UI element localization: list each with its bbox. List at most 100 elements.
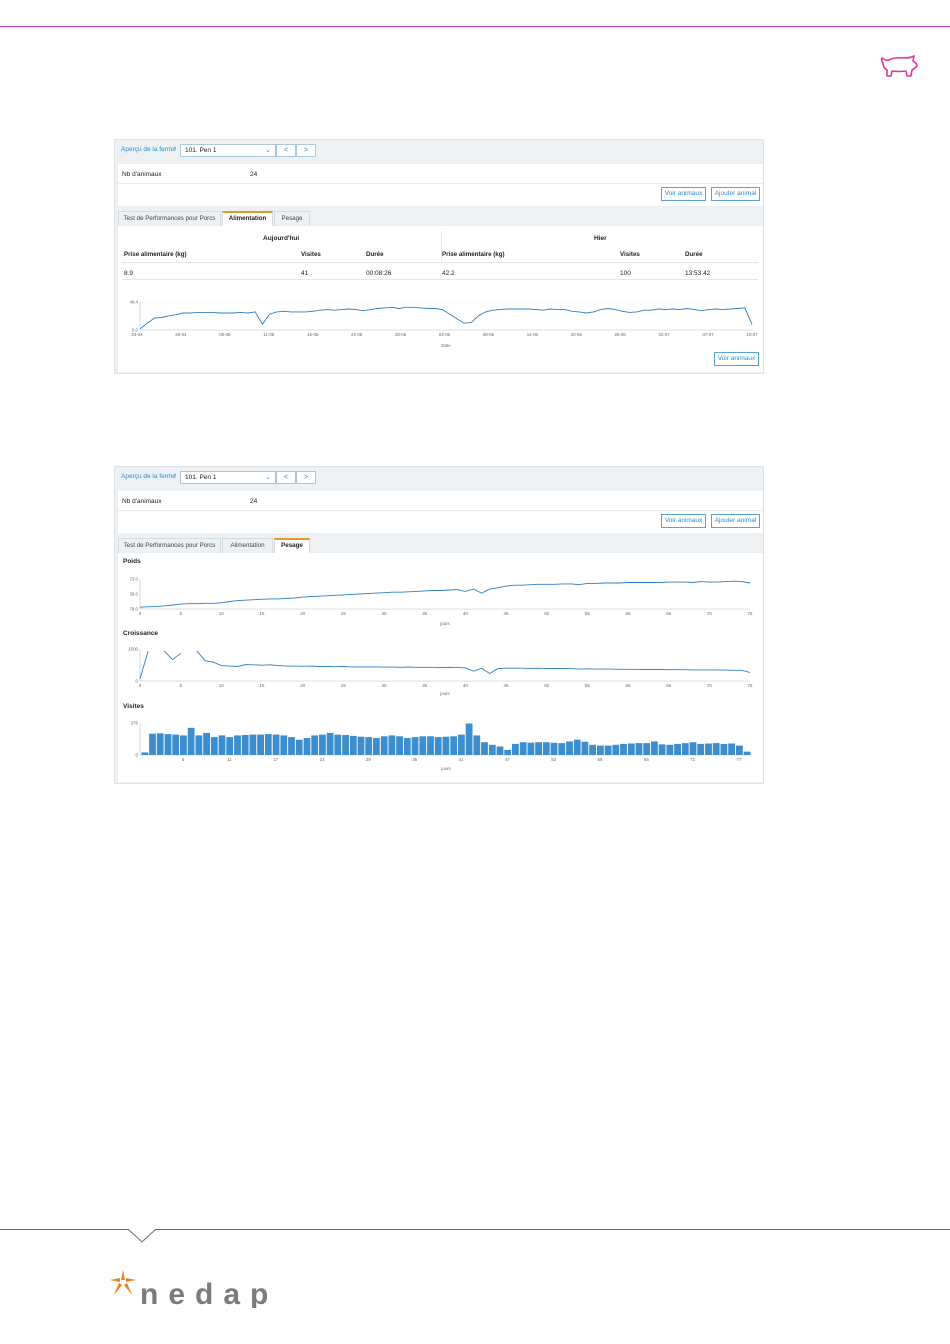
x-tick-label: 16-05	[307, 332, 319, 337]
animal-count-label: Nb d'animaux	[122, 498, 162, 505]
x-tick-label: 70	[707, 611, 712, 616]
x-tick-label: 26-06	[615, 332, 627, 337]
table-row-rule	[122, 279, 758, 280]
visits-bar	[427, 736, 434, 755]
visits-bar	[203, 732, 210, 755]
x-tick-label: 5	[179, 683, 182, 688]
tab-performance-test[interactable]: Test de Performances pour Porcs	[118, 211, 221, 226]
today-duration-value: 00:08:26	[366, 270, 392, 277]
nedap-wordmark: nedap	[140, 1282, 268, 1308]
visits-bar	[365, 737, 373, 755]
visits-chart: 376 0 5 11 17 23 29 35 41 47 53 59 65 71 77 jours	[131, 721, 752, 771]
visits-bar	[604, 745, 612, 755]
visits-bar	[411, 737, 419, 755]
weight-line	[139, 580, 751, 608]
x-tick-label: 65	[666, 683, 671, 688]
growth-chart-title: Croissance	[123, 630, 159, 637]
x-axis-label: Date	[441, 343, 451, 348]
visits-bar	[172, 734, 180, 755]
y-tick-label: 78.0	[129, 607, 138, 612]
x-tick-label: 71	[690, 757, 695, 762]
x-tick-label: 53	[551, 757, 556, 762]
visits-bar	[280, 735, 288, 755]
visits-bar	[218, 735, 226, 755]
x-tick-label: 10-07	[746, 332, 758, 337]
x-tick-label: 28-05	[395, 332, 407, 337]
tab-weighing[interactable]: Pesage	[274, 211, 310, 226]
x-tick-label: 41	[459, 757, 464, 762]
x-tick-label: 23	[320, 757, 325, 762]
x-tick-label: 5	[182, 757, 185, 762]
x-tick-label: 25	[341, 683, 346, 688]
visits-bar	[635, 743, 643, 755]
today-duration-header: Durée	[366, 251, 384, 258]
x-tick-label: 75	[748, 611, 753, 616]
table-header-rule	[122, 262, 758, 263]
pen-select[interactable]: 101. Pen 1 ⌄	[180, 471, 276, 484]
pen-select[interactable]: 101. Pen 1 ⌄	[180, 144, 276, 157]
x-tick-label: 11	[227, 757, 232, 762]
x-tick-label: 15	[260, 683, 265, 688]
y-tick-label: 0	[136, 753, 139, 758]
y-tick-label: 49.4	[129, 300, 138, 305]
add-animal-button[interactable]: Ajouter animal	[711, 187, 760, 201]
x-tick-label: 55	[585, 611, 590, 616]
visits-bar	[651, 741, 658, 755]
breadcrumb: Aperçu de la ferme › 101. Pen 1 ⌄ < >	[115, 140, 763, 162]
pen-info: Nb d'animaux 24 Voir animaux Ajouter ani…	[118, 491, 763, 533]
add-animal-button[interactable]: Ajouter animal	[711, 514, 760, 528]
yesterday-intake-value: 42.2	[442, 270, 455, 277]
yesterday-duration-header: Durée	[685, 251, 703, 258]
x-tick-label: 23-04	[131, 332, 143, 337]
visits-bar	[689, 742, 697, 755]
visits-bar	[373, 738, 380, 755]
visits-bar	[288, 737, 295, 755]
next-pen-button[interactable]: >	[296, 144, 316, 157]
pen-select-value: 101. Pen 1	[185, 474, 217, 481]
visits-bar	[697, 743, 705, 755]
previous-pen-button[interactable]: <	[276, 471, 296, 484]
tab-feeding[interactable]: Alimentation	[222, 211, 273, 226]
farm-overview-link[interactable]: Aperçu de la ferme	[121, 146, 176, 153]
visits-bar	[303, 738, 311, 755]
pen-info: Nb d'animaux 24 Voir animaux Ajouter ani…	[118, 164, 763, 206]
visits-bar	[550, 742, 558, 755]
see-animals-bottom-button[interactable]: Voir animaux	[714, 352, 759, 366]
divider	[118, 183, 763, 184]
visits-bar	[597, 745, 604, 755]
x-tick-label: 20	[300, 611, 305, 616]
y-tick-label: 376	[131, 721, 139, 726]
x-axis-label: jours	[439, 691, 450, 696]
visits-bar	[674, 743, 681, 755]
visits-bar	[156, 733, 164, 755]
divider	[118, 510, 763, 511]
visits-bar	[573, 739, 581, 755]
x-tick-label: 45	[504, 611, 509, 616]
today-intake-header: Prise alimentaire (kg)	[124, 251, 187, 258]
yesterday-duration-value: 13:53:42	[685, 270, 711, 277]
see-animals-button[interactable]: Voir animaux	[661, 514, 706, 528]
visits-bar	[241, 735, 249, 755]
see-animals-button[interactable]: Voir animaux	[661, 187, 706, 201]
today-intake-value: 8.9	[124, 270, 134, 277]
x-tick-label: 02-07	[659, 332, 671, 337]
farm-overview-link[interactable]: Aperçu de la ferme	[121, 473, 176, 480]
y-tick-label: 1500	[128, 647, 138, 652]
tab-performance-test[interactable]: Test de Performances pour Porcs	[118, 538, 221, 553]
previous-pen-button[interactable]: <	[276, 144, 296, 157]
tab-feeding[interactable]: Alimentation	[222, 538, 273, 553]
next-pen-button[interactable]: >	[296, 471, 316, 484]
x-tick-label: 50	[544, 611, 549, 616]
visits-bar	[349, 735, 357, 755]
visits-bar	[658, 744, 666, 755]
x-tick-label: 47	[505, 757, 510, 762]
visits-bar	[319, 734, 326, 755]
visits-bar	[620, 743, 627, 755]
visits-bar	[458, 734, 465, 755]
visits-bar	[473, 735, 481, 755]
x-tick-label: 25	[341, 611, 346, 616]
breadcrumb-separator: ›	[174, 145, 177, 152]
visits-bar	[226, 737, 234, 755]
visits-bar	[488, 744, 496, 755]
tab-weighing[interactable]: Pesage	[274, 538, 310, 553]
